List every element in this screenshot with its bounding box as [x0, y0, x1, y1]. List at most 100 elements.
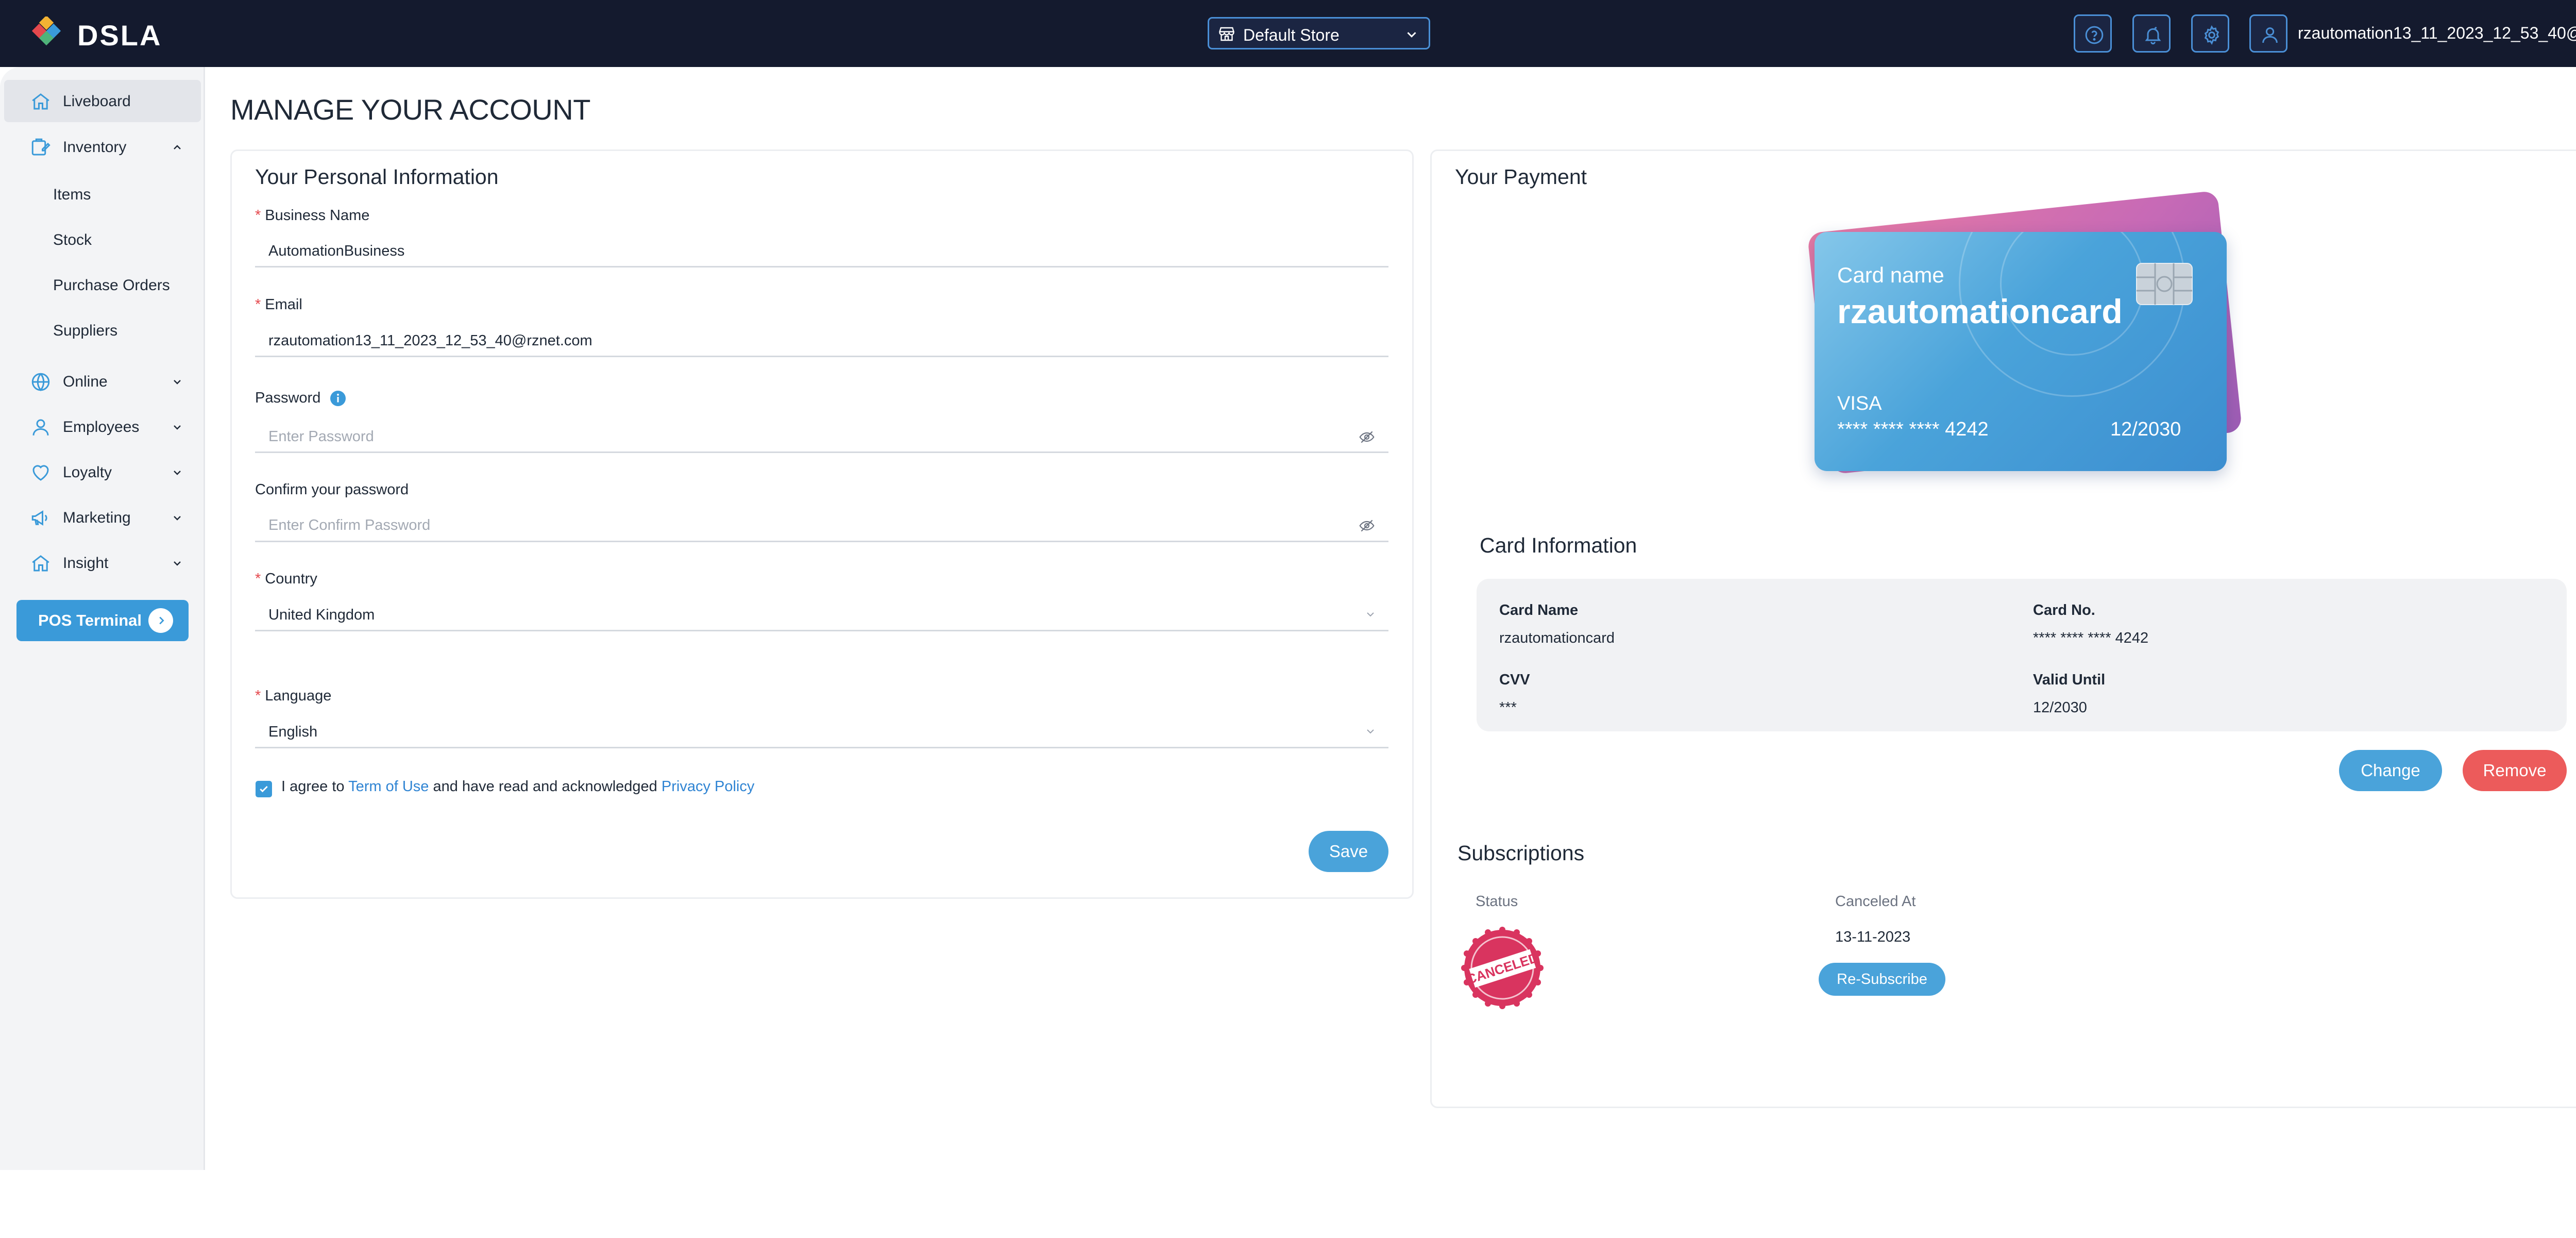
- save-button[interactable]: Save: [1309, 831, 1388, 872]
- stamp-icon: CANCELED: [1461, 927, 1544, 1009]
- top-bar: DSLA Default Store rzautomation13_11_202…: [0, 0, 2576, 67]
- card-name-label: Card Name: [1499, 602, 1579, 618]
- payment-title: Your Payment: [1455, 165, 1587, 189]
- sidebar-subitem-suppliers[interactable]: Suppliers: [53, 322, 117, 340]
- cvv-label: CVV: [1499, 672, 1530, 688]
- sidebar-item-marketing[interactable]: Marketing: [4, 496, 201, 539]
- email-input[interactable]: rzautomation13_11_2023_12_53_40@rznet.co…: [268, 332, 592, 349]
- sidebar-item-loyalty[interactable]: Loyalty: [4, 451, 201, 493]
- change-card-button[interactable]: Change: [2339, 750, 2442, 791]
- sidebar-item-label: Loyalty: [63, 464, 112, 481]
- confirm-password-input[interactable]: Enter Confirm Password: [268, 517, 430, 534]
- card-number: **** **** **** 4242: [1837, 419, 1989, 440]
- email-label: * Email: [255, 296, 302, 313]
- sidebar-item-label: Employees: [63, 419, 140, 436]
- card-front: Card name rzautomationcard VISA **** ***…: [1815, 232, 2227, 471]
- privacy-link[interactable]: Privacy Policy: [662, 778, 755, 795]
- megaphone-icon: [31, 510, 47, 526]
- remove-card-button[interactable]: Remove: [2463, 750, 2567, 791]
- help-button[interactable]: [2074, 14, 2112, 53]
- chevron-down-icon: [174, 425, 181, 430]
- bell-icon: [2145, 26, 2161, 45]
- help-icon: [2085, 26, 2104, 44]
- agree-checkbox[interactable]: [256, 781, 272, 797]
- card-no-value: **** **** **** 4242: [2033, 630, 2149, 646]
- sidebar-item-liveboard[interactable]: Liveboard: [4, 80, 201, 122]
- chevron-down-icon[interactable]: [1364, 725, 1377, 738]
- business-name-input[interactable]: AutomationBusiness: [268, 243, 404, 260]
- confirm-password-underline: [255, 541, 1388, 542]
- logo-text: DSLA: [77, 19, 162, 52]
- subscriptions-title: Subscriptions: [1458, 841, 1585, 865]
- inventory-icon: [31, 138, 50, 156]
- chevron-down-icon: [174, 516, 181, 521]
- chevron-down-icon: [174, 471, 181, 475]
- password-input[interactable]: Enter Password: [268, 428, 374, 445]
- sidebar-item-employees[interactable]: Employees: [4, 406, 201, 448]
- sidebar: Liveboard Inventory Items Stock Purchase…: [0, 67, 205, 1170]
- valid-until-label: Valid Until: [2033, 672, 2106, 688]
- chevron-up-icon: [174, 145, 181, 149]
- agree-text: I agree to Term of Use and have read and…: [281, 778, 755, 795]
- password-label: Password: [255, 390, 321, 406]
- sidebar-subitem-items[interactable]: Items: [53, 186, 91, 204]
- sidebar-item-label: Marketing: [63, 509, 131, 526]
- valid-until-value: 12/2030: [2033, 699, 2087, 716]
- card-name-value: rzautomationcard: [1499, 630, 1615, 646]
- sidebar-item-online[interactable]: Online: [4, 360, 201, 403]
- logo-mark-icon: [31, 16, 61, 46]
- sidebar-item-label: Liveboard: [63, 93, 131, 110]
- settings-button[interactable]: [2191, 14, 2229, 53]
- pos-terminal-label: POS Terminal: [38, 611, 142, 629]
- password-underline: [255, 451, 1388, 453]
- card-information-title: Card Information: [1480, 533, 1637, 557]
- re-subscribe-button[interactable]: Re-Subscribe: [1819, 963, 1945, 996]
- info-icon[interactable]: [329, 389, 347, 408]
- user-icon: [2262, 27, 2278, 43]
- email-underline: [255, 356, 1388, 357]
- country-label: * Country: [255, 571, 317, 587]
- chevron-down-icon: [1407, 32, 1416, 38]
- eye-off-icon[interactable]: [1359, 517, 1375, 534]
- chevron-down-icon: [174, 561, 181, 566]
- page-title: MANAGE YOUR ACCOUNT: [230, 93, 590, 126]
- profile-button[interactable]: [2249, 14, 2287, 53]
- chevron-down-icon[interactable]: [1364, 608, 1377, 621]
- card-name-caption: Card name: [1837, 263, 1944, 287]
- chevron-down-icon: [174, 380, 181, 384]
- language-label: * Language: [255, 688, 332, 704]
- sidebar-subitem-stock[interactable]: Stock: [53, 231, 92, 249]
- card-no-label: Card No.: [2033, 602, 2095, 618]
- sidebar-item-insight[interactable]: Insight: [4, 542, 201, 584]
- home-icon: [32, 93, 49, 110]
- globe-icon: [31, 373, 50, 392]
- terms-link[interactable]: Term of Use: [348, 778, 429, 795]
- sidebar-subitem-purchase-orders[interactable]: Purchase Orders: [53, 277, 170, 294]
- notifications-button[interactable]: [2132, 14, 2171, 53]
- arrow-right-icon: [148, 608, 173, 633]
- sidebar-item-label: Insight: [63, 555, 109, 572]
- card-chip-icon: [2136, 263, 2193, 305]
- credit-card-illustration: Card name rzautomationcard VISA **** ***…: [1798, 190, 2243, 505]
- sidebar-item-inventory[interactable]: Inventory: [4, 126, 201, 168]
- canceled-at-column-header: Canceled At: [1835, 893, 1916, 910]
- pos-terminal-button[interactable]: POS Terminal: [16, 600, 189, 641]
- confirm-password-label: Confirm your password: [255, 481, 409, 498]
- user-email[interactable]: rzautomation13_11_2023_12_53_40@rznet.co…: [2298, 24, 2576, 43]
- sidebar-item-label: Online: [63, 373, 108, 390]
- eye-off-icon[interactable]: [1359, 429, 1375, 445]
- store-selector[interactable]: Default Store: [1208, 17, 1430, 49]
- heart-icon: [32, 465, 49, 481]
- sidebar-item-label: Inventory: [63, 139, 127, 156]
- store-selector-label: Default Store: [1243, 26, 1340, 44]
- language-select[interactable]: English: [268, 724, 317, 741]
- personal-info-title: Your Personal Information: [255, 165, 499, 189]
- app-logo[interactable]: DSLA: [30, 16, 184, 52]
- canceled-at-value: 13-11-2023: [1835, 929, 1911, 945]
- country-select[interactable]: United Kingdom: [268, 607, 375, 624]
- cvv-value: ***: [1499, 699, 1517, 716]
- employee-icon: [32, 419, 49, 436]
- store-icon: [1219, 27, 1234, 41]
- check-icon: [260, 785, 268, 793]
- canceled-status-badge: CANCELED: [1461, 927, 1544, 1009]
